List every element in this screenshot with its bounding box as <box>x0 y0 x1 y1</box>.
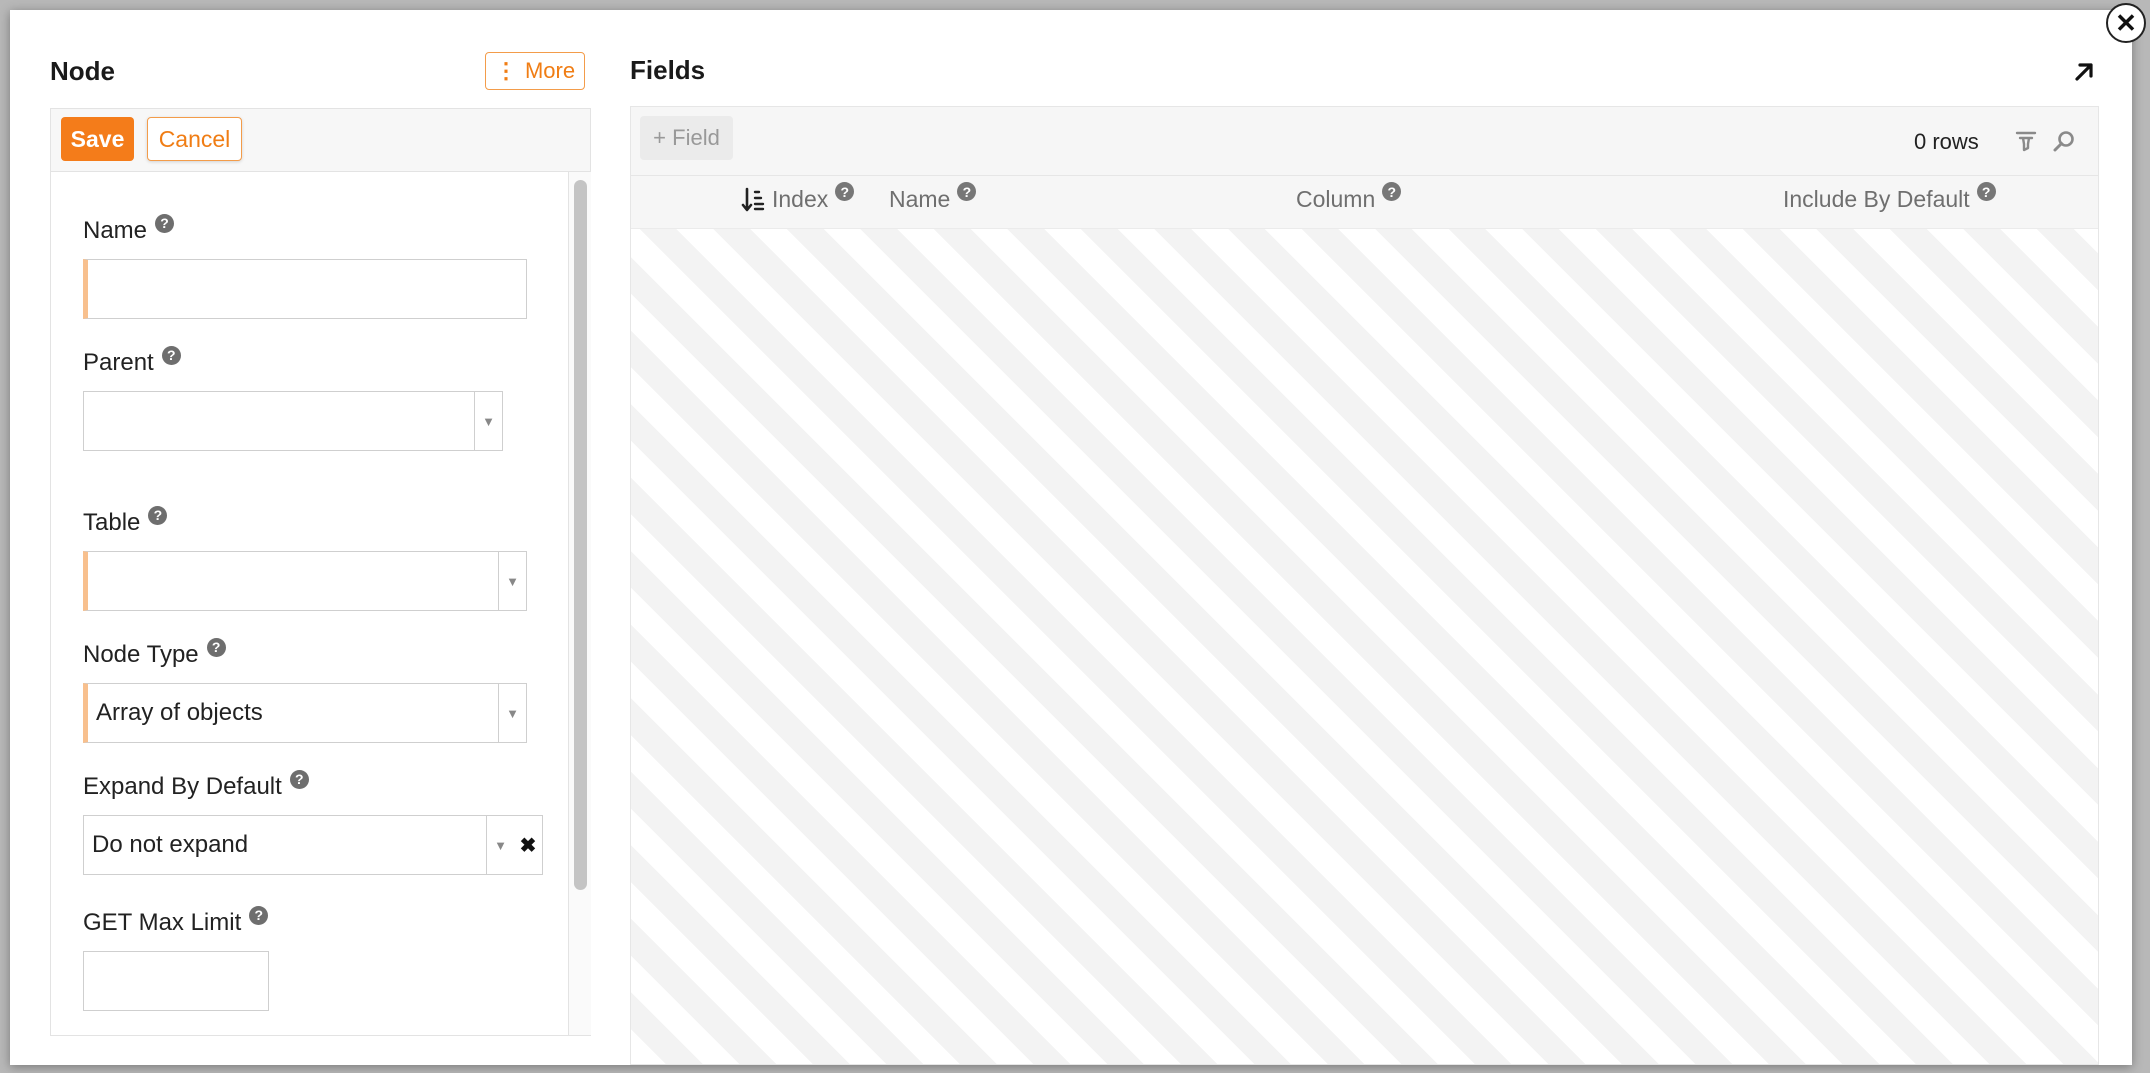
help-icon[interactable]: ? <box>1976 182 1996 201</box>
node-type-label-text: Node Type <box>83 641 199 668</box>
form-scrollbar[interactable] <box>568 172 591 1035</box>
column-header-index-label: Index <box>772 186 829 212</box>
grid-header: Index ? Name ? Column ? Include By Defau… <box>631 176 2098 229</box>
node-type-value: Array of objects <box>96 699 263 726</box>
help-icon[interactable]: ? <box>155 213 175 233</box>
table-label-text: Table <box>83 509 141 536</box>
cancel-button[interactable]: Cancel <box>147 117 242 161</box>
parent-label-text: Parent <box>83 349 154 376</box>
get-max-limit-label: GET Max Limit ? <box>83 905 269 937</box>
column-header-include-by-default[interactable]: Include By Default ? <box>1783 182 1996 213</box>
save-button[interactable]: Save <box>61 117 134 161</box>
table-label: Table ? <box>83 505 168 537</box>
chevron-down-icon[interactable]: ▼ <box>486 816 514 874</box>
more-button-label: More <box>524 58 576 83</box>
node-type-label: Node Type ? <box>83 637 226 669</box>
sort-descending-icon[interactable] <box>741 187 765 213</box>
column-header-include-label: Include By Default <box>1783 186 1970 212</box>
column-header-name-label: Name <box>889 186 951 212</box>
scrollbar-thumb[interactable] <box>574 180 587 890</box>
column-header-column-label: Column <box>1296 186 1376 212</box>
parent-label: Parent ? <box>83 345 181 377</box>
get-max-limit-input[interactable] <box>83 951 269 1011</box>
form-toolbar: Save Cancel <box>51 109 590 172</box>
help-icon[interactable]: ? <box>835 182 855 201</box>
name-label-text: Name <box>83 217 148 244</box>
name-input[interactable] <box>83 259 527 319</box>
expand-by-default-label-text: Expand By Default <box>83 773 282 800</box>
clear-selection-icon[interactable]: ✖ <box>514 815 543 875</box>
chevron-down-icon[interactable]: ▼ <box>498 684 526 742</box>
node-editor-dialog: Node ⋮ More Fields Save Cancel Name ? Pa… <box>10 10 2132 1065</box>
column-header-name[interactable]: Name ? <box>889 182 977 213</box>
column-header-column[interactable]: Column ? <box>1296 182 1402 213</box>
parent-select[interactable]: ▼ <box>83 391 503 451</box>
name-label: Name ? <box>83 213 175 245</box>
more-button[interactable]: ⋮ More <box>485 52 585 90</box>
get-max-limit-label-text: GET Max Limit <box>83 909 242 936</box>
expand-by-default-select[interactable]: Do not expand ▼ <box>83 815 515 875</box>
filter-icon[interactable] <box>2014 129 2038 153</box>
expand-by-default-label: Expand By Default ? <box>83 769 309 801</box>
search-icon[interactable] <box>2052 129 2076 153</box>
kebab-menu-icon: ⋮ <box>494 58 517 83</box>
help-icon[interactable]: ? <box>148 505 168 525</box>
node-form-panel: Save Cancel Name ? Parent ? ▼ Table ? ▼ … <box>50 108 591 1036</box>
expand-arrow-icon[interactable] <box>2070 58 2098 86</box>
column-header-index[interactable]: Index ? <box>741 182 855 213</box>
empty-grid-body <box>631 229 2098 1064</box>
add-field-button[interactable]: + Field <box>640 116 733 160</box>
chevron-down-icon[interactable]: ▼ <box>474 392 502 450</box>
help-icon[interactable]: ? <box>289 769 309 789</box>
help-icon[interactable]: ? <box>206 637 226 657</box>
fields-panel-title: Fields <box>630 55 706 85</box>
grid-toolbar: + Field 0 rows <box>631 107 2098 176</box>
row-count: 0 rows <box>1914 129 1979 154</box>
table-select[interactable]: ▼ <box>83 551 527 611</box>
help-icon[interactable]: ? <box>957 182 977 201</box>
fields-grid: + Field 0 rows Index ? Name ? Column ? I… <box>630 106 2099 1065</box>
close-icon[interactable]: ✕ <box>2106 3 2146 43</box>
chevron-down-icon[interactable]: ▼ <box>498 552 526 610</box>
expand-by-default-value: Do not expand <box>92 831 249 858</box>
help-icon[interactable]: ? <box>161 345 181 365</box>
node-panel-title: Node <box>50 56 115 86</box>
help-icon[interactable]: ? <box>249 905 269 925</box>
help-icon[interactable]: ? <box>1382 182 1402 201</box>
node-type-select[interactable]: Array of objects ▼ <box>83 683 527 743</box>
